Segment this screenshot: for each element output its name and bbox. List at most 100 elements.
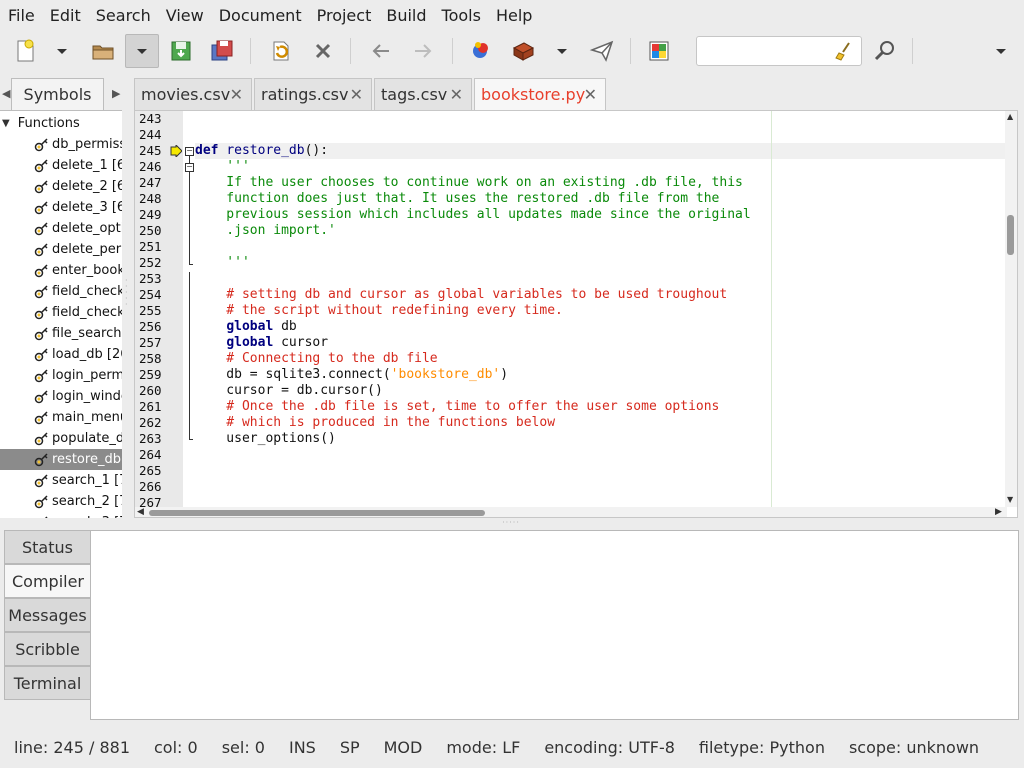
tab-terminal[interactable]: Terminal	[4, 666, 91, 700]
forward-arrow-icon[interactable]	[406, 34, 440, 68]
recent-files-dropdown-icon[interactable]	[125, 34, 159, 68]
pane-resize-handle[interactable]: ·····	[496, 519, 526, 527]
tab-ratings-csv[interactable]: ratings.csv ✕	[254, 78, 372, 110]
tab-status[interactable]: Status	[4, 530, 91, 564]
symbol-item[interactable]: load_db [26	[0, 344, 122, 365]
code-line[interactable]: global db	[195, 319, 296, 335]
run-icon[interactable]	[585, 34, 619, 68]
vertical-scrollbar[interactable]: ▲ ▼	[1005, 111, 1017, 507]
close-tab-icon[interactable]: ✕	[230, 85, 243, 104]
symbol-item[interactable]: search_2 [7	[0, 491, 122, 512]
code-line[interactable]: previous session which includes all upda…	[195, 207, 750, 223]
scroll-left-icon[interactable]: ◀	[137, 507, 144, 517]
code-line[interactable]: db = sqlite3.connect('bookstore_db')	[195, 367, 508, 383]
menu-tools[interactable]: Tools	[442, 6, 481, 25]
color-chooser-icon[interactable]	[642, 34, 676, 68]
code-line[interactable]: # the script without redefining every ti…	[195, 303, 563, 319]
open-folder-icon[interactable]	[86, 34, 120, 68]
menu-project[interactable]: Project	[317, 6, 372, 25]
more-dropdown-icon[interactable]	[986, 34, 1016, 68]
symbol-item[interactable]: field_check	[0, 281, 122, 302]
tree-node-functions[interactable]: ▼ Functions	[2, 113, 80, 133]
menu-file[interactable]: File	[8, 6, 35, 25]
vertical-scroll-thumb[interactable]	[1007, 215, 1014, 255]
close-icon[interactable]	[306, 34, 340, 68]
symbol-item[interactable]: delete_2 [6	[0, 176, 122, 197]
symbol-item[interactable]: main_menu	[0, 407, 122, 428]
save-all-icon[interactable]	[205, 34, 239, 68]
code-line[interactable]: function does just that. It uses the res…	[195, 191, 719, 207]
toolbar-search-input[interactable]	[696, 36, 862, 66]
tab-scroll-left-icon[interactable]: ◀	[2, 87, 10, 100]
symbol-item[interactable]: field_check	[0, 302, 122, 323]
code-text[interactable]: def restore_db(): ''' If the user choose…	[195, 111, 1005, 507]
compile-icon[interactable]	[464, 34, 498, 68]
tab-scribble[interactable]: Scribble	[4, 632, 91, 666]
horizontal-scroll-thumb[interactable]	[149, 510, 485, 516]
code-editor[interactable]: − − 243 244 245 246 247 248 249 250 251 252 253 254…	[134, 110, 1018, 518]
symbol-item[interactable]: delete_3 [6	[0, 197, 122, 218]
scroll-right-icon[interactable]: ▶	[995, 507, 1002, 517]
back-arrow-icon[interactable]	[364, 34, 398, 68]
sidebar-resize-handle[interactable]: · · · · ·	[125, 277, 128, 318]
menu-view[interactable]: View	[166, 6, 204, 25]
symbol-item[interactable]: login_permi	[0, 365, 122, 386]
menu-build[interactable]: Build	[386, 6, 426, 25]
code-line[interactable]: '''	[195, 159, 250, 175]
code-line[interactable]: # Once the .db file is set, time to offe…	[195, 399, 719, 415]
symbol-item[interactable]: db_permiss	[0, 134, 122, 155]
tab-label: movies.csv	[141, 85, 231, 104]
tab-messages[interactable]: Messages	[4, 598, 91, 632]
scroll-down-icon[interactable]: ▼	[1007, 495, 1013, 504]
clear-search-icon[interactable]	[835, 41, 855, 61]
new-file-icon[interactable]	[8, 34, 42, 68]
fold-collapse-icon[interactable]: −	[185, 163, 194, 172]
code-line[interactable]: If the user chooses to continue work on …	[195, 175, 743, 191]
code-line[interactable]: # setting db and cursor as global variab…	[195, 287, 727, 303]
code-line[interactable]: .json import.'	[195, 223, 336, 239]
revert-icon[interactable]	[264, 34, 298, 68]
code-line[interactable]: global cursor	[195, 335, 328, 351]
tab-scroll-right-icon[interactable]: ▶	[112, 87, 120, 100]
expander-down-icon[interactable]: ▼	[2, 118, 10, 129]
fold-collapse-icon[interactable]: −	[185, 147, 194, 156]
menu-help[interactable]: Help	[496, 6, 532, 25]
code-line[interactable]: # Connecting to the db file	[195, 351, 437, 367]
menu-edit[interactable]: Edit	[50, 6, 81, 25]
horizontal-scrollbar[interactable]: ◀ ▶	[135, 507, 1007, 517]
symbol-item[interactable]: populate_dl	[0, 428, 122, 449]
symbol-item[interactable]: search_3 [7	[0, 512, 122, 518]
function-symbol-icon	[34, 368, 48, 382]
tab-symbols[interactable]: Symbols	[11, 78, 104, 110]
find-icon[interactable]	[868, 34, 902, 68]
symbol-item[interactable]: delete_optic	[0, 218, 122, 239]
symbol-item[interactable]: enter_book	[0, 260, 122, 281]
symbol-item[interactable]: file_search	[0, 323, 122, 344]
code-line[interactable]: # which is produced in the functions bel…	[195, 415, 555, 431]
code-line[interactable]: user_options()	[195, 431, 336, 447]
code-line[interactable]: def restore_db():	[195, 143, 328, 159]
symbol-item[interactable]: restore_db	[0, 449, 122, 470]
menu-search[interactable]: Search	[96, 6, 151, 25]
message-window-tabs: Status Compiler Messages Scribble Termin…	[4, 530, 92, 700]
symbol-item[interactable]: login_windc	[0, 386, 122, 407]
close-tab-icon[interactable]: ✕	[584, 85, 597, 104]
symbol-item[interactable]: delete_perm	[0, 239, 122, 260]
symbol-item[interactable]: delete_1 [6	[0, 155, 122, 176]
menu-document[interactable]: Document	[219, 6, 302, 25]
close-tab-icon[interactable]: ✕	[350, 85, 363, 104]
code-line[interactable]: '''	[195, 255, 250, 271]
code-line[interactable]: cursor = db.cursor()	[195, 383, 383, 399]
build-icon[interactable]	[506, 34, 540, 68]
tab-bookstore-py[interactable]: bookstore.py ✕	[474, 78, 606, 110]
close-tab-icon[interactable]: ✕	[450, 85, 463, 104]
dropdown-arrow-icon[interactable]	[48, 34, 76, 68]
tab-movies-csv[interactable]: movies.csv ✕	[134, 78, 252, 110]
symbol-item[interactable]: search_1 [7	[0, 470, 122, 491]
scroll-up-icon[interactable]: ▲	[1007, 112, 1013, 121]
tab-tags-csv[interactable]: tags.csv ✕	[374, 78, 472, 110]
build-dropdown-icon[interactable]	[548, 34, 576, 68]
save-icon[interactable]	[164, 34, 198, 68]
tab-compiler[interactable]: Compiler	[4, 564, 91, 598]
compiler-output[interactable]	[90, 530, 1019, 720]
